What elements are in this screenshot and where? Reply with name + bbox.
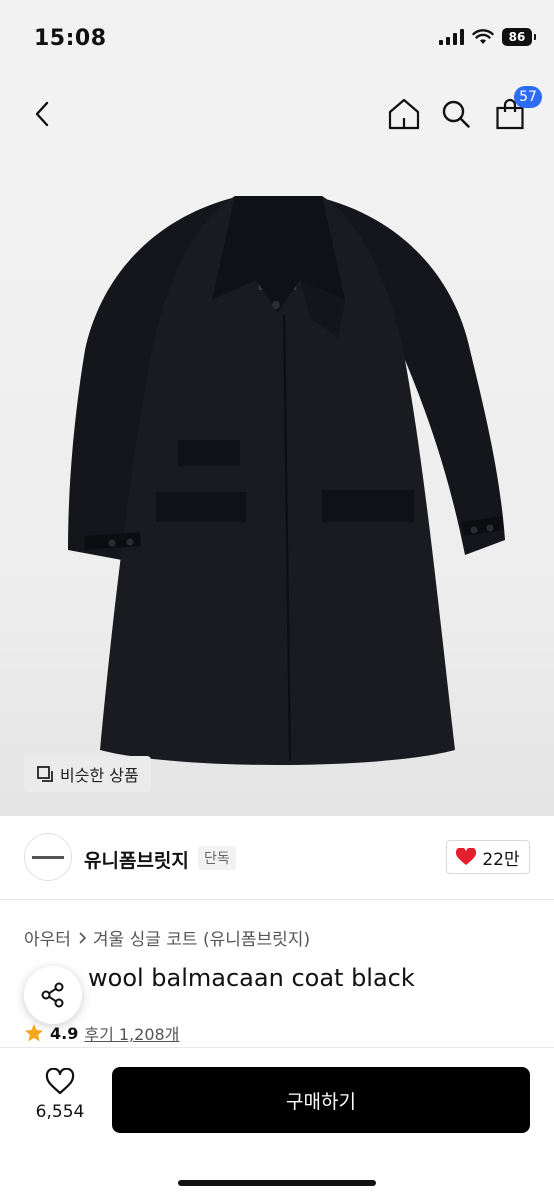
exclusive-tag: 단독	[198, 846, 236, 870]
seller-name[interactable]: 유니폼브릿지	[84, 846, 189, 873]
back-button[interactable]	[18, 90, 66, 138]
wifi-icon	[472, 29, 494, 44]
chevron-right-icon	[79, 931, 87, 944]
cart-count-badge: 57	[514, 86, 542, 108]
breadcrumb: 아우터 겨울 싱글 코트 (유니폼브릿지)	[24, 925, 310, 950]
breadcrumb-category[interactable]: 아우터	[24, 925, 71, 950]
home-button[interactable]	[380, 90, 428, 138]
top-navigation: 57	[0, 80, 554, 150]
bottom-action-bar: 6,554 구매하기	[0, 1048, 554, 1200]
rating-row: 4.9 후기 1,208개	[24, 1021, 179, 1045]
search-button[interactable]	[432, 90, 480, 138]
share-button[interactable]	[24, 966, 82, 1024]
seller-row: 유니폼브릿지 단독 22만	[0, 816, 554, 900]
chevron-left-icon	[35, 101, 49, 127]
star-icon	[25, 1024, 43, 1042]
coat-image	[68, 196, 505, 765]
status-icons: 86	[439, 28, 536, 46]
cart-button[interactable]: 57	[486, 86, 542, 138]
wishlist-count: 6,554	[35, 1102, 85, 1122]
product-title: wool balmacaan coat black	[88, 964, 415, 992]
review-link[interactable]: 후기 1,208개	[84, 1021, 179, 1045]
product-image[interactable]: 비슷한 상품	[0, 150, 554, 816]
share-icon	[41, 982, 64, 1008]
status-time: 15:08	[34, 26, 107, 51]
battery-icon: 86	[502, 28, 536, 46]
search-icon	[442, 100, 470, 128]
brand-like-button[interactable]: 22만	[446, 840, 530, 874]
status-bar: 15:08 86	[0, 0, 554, 80]
cellular-signal-icon	[439, 29, 464, 45]
wishlist-button[interactable]: 6,554	[30, 1068, 90, 1132]
similar-icon	[37, 766, 53, 782]
buy-button[interactable]: 구매하기	[112, 1067, 530, 1133]
heart-icon	[456, 848, 477, 865]
heart-outline-icon	[45, 1068, 75, 1095]
home-icon	[388, 98, 420, 130]
seller-logo[interactable]	[24, 833, 72, 881]
home-indicator	[178, 1180, 376, 1186]
rating-value: 4.9	[50, 1023, 79, 1043]
similar-label: 비슷한 상품	[60, 766, 139, 785]
breadcrumb-subcategory[interactable]: 겨울 싱글 코트 (유니폼브릿지)	[93, 925, 310, 950]
brand-like-count: 22만	[482, 849, 520, 870]
similar-products-button[interactable]: 비슷한 상품	[24, 756, 151, 792]
